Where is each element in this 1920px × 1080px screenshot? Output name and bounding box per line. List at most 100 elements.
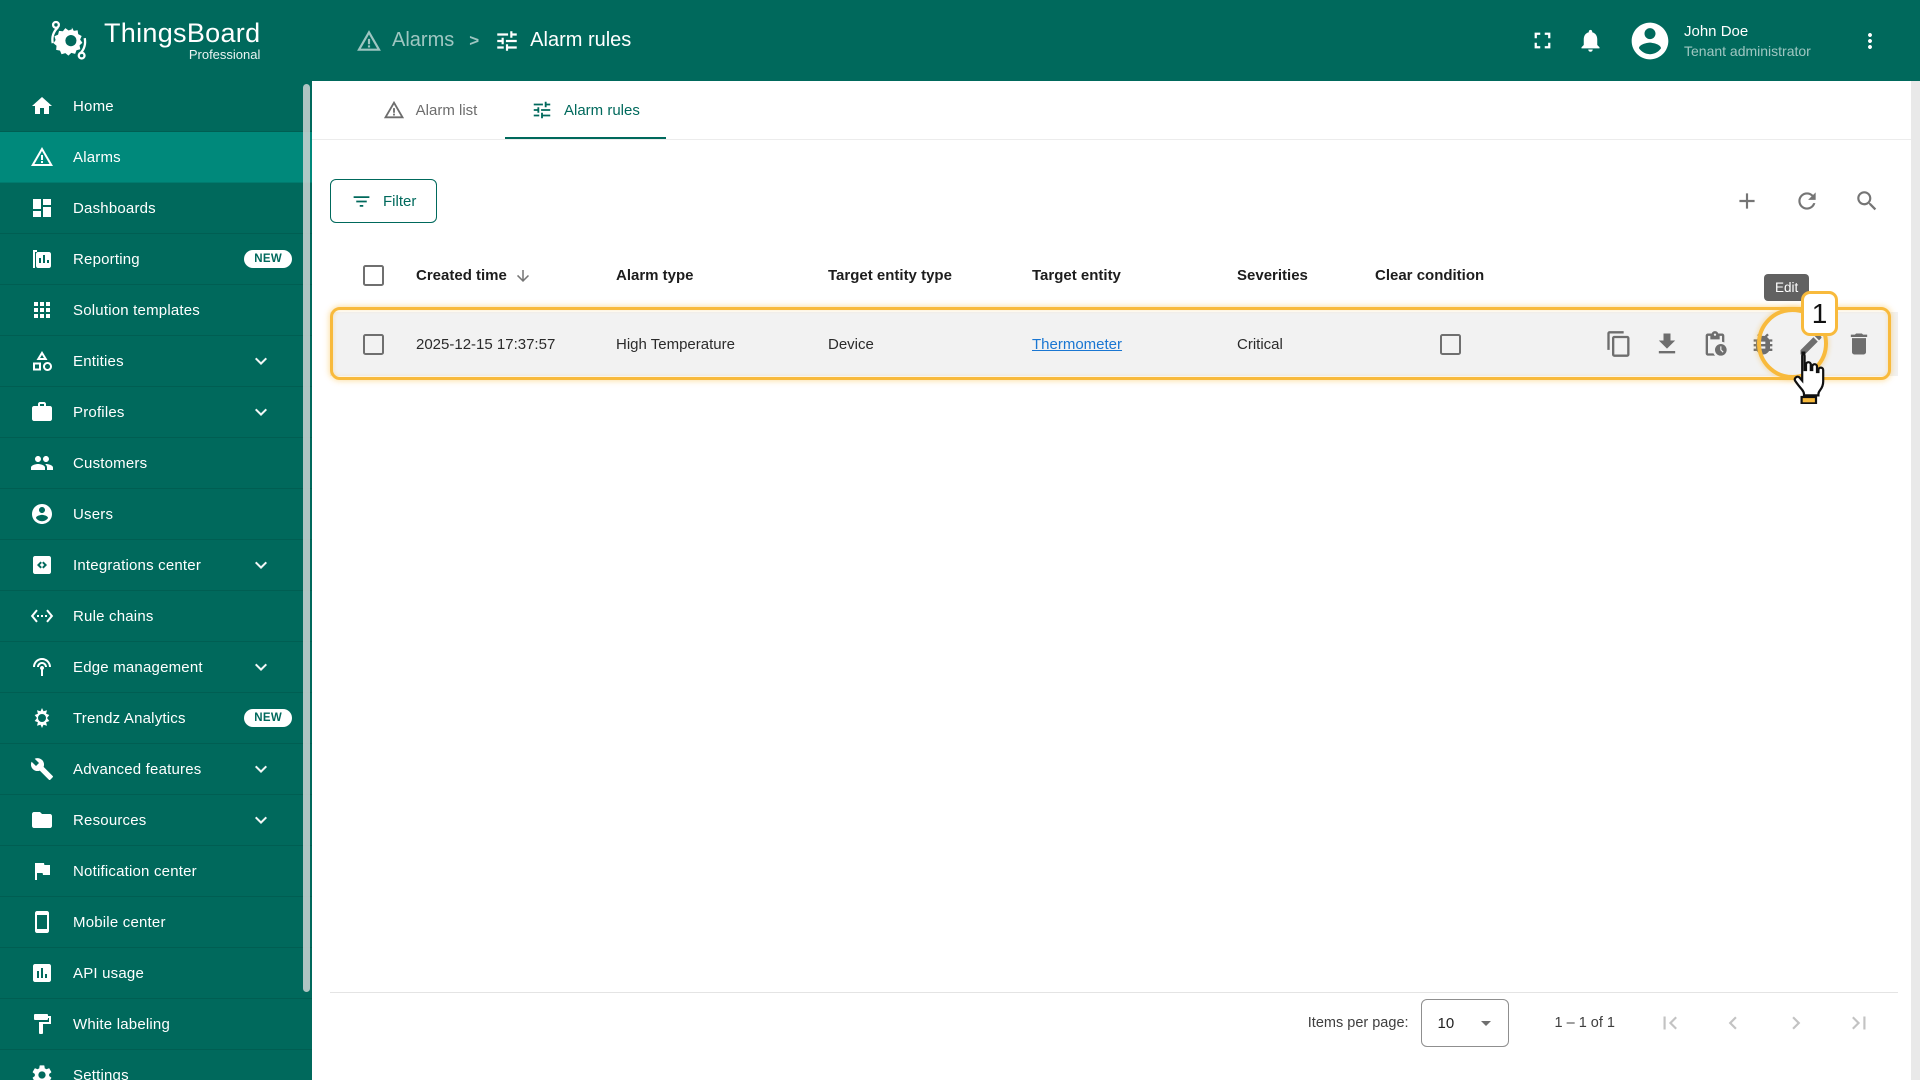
logo[interactable]: ThingsBoard Professional — [0, 18, 312, 64]
last-page-button[interactable] — [1846, 1010, 1872, 1036]
sidebar-item-reporting[interactable]: Reporting NEW — [0, 234, 312, 285]
table-row[interactable]: 2025-12-15 17:37:57 High Temperature Dev… — [330, 312, 1898, 376]
column-target-entity[interactable]: Target entity — [1032, 267, 1237, 284]
sidebar-item-white-labeling[interactable]: White labeling — [0, 999, 312, 1050]
apps-icon — [30, 298, 54, 322]
delete-button[interactable] — [1845, 330, 1873, 358]
previous-page-button[interactable] — [1720, 1010, 1746, 1036]
sidebar-item-customers[interactable]: Customers — [0, 438, 312, 489]
category-icon — [30, 349, 54, 373]
more-menu-button[interactable] — [1850, 17, 1890, 65]
chevron-down-icon — [249, 400, 273, 424]
sidebar-item-edge-management[interactable]: Edge management — [0, 642, 312, 693]
sidebar-item-label: Trendz Analytics — [73, 709, 186, 727]
sidebar-item-dashboards[interactable]: Dashboards — [0, 183, 312, 234]
sidebar-item-solution-templates[interactable]: Solution templates — [0, 285, 312, 336]
main-content: Alarm list Alarm rules Filter Created ti… — [312, 81, 1920, 1080]
notifications-button[interactable] — [1566, 17, 1614, 65]
sidebar-item-label: API usage — [73, 964, 145, 982]
filter-button[interactable]: Filter — [330, 179, 438, 223]
items-per-page-value: 10 — [1437, 1014, 1455, 1032]
sidebar-item-label: Edge management — [73, 658, 203, 676]
target-entity-link[interactable]: Thermometer — [1032, 336, 1122, 353]
column-label: Created time — [416, 267, 507, 284]
smartphone-icon — [30, 910, 54, 934]
sidebar-item-label: Settings — [73, 1066, 129, 1080]
cell-clear-condition — [1375, 333, 1525, 355]
sidebar-item-api-usage[interactable]: API usage — [0, 948, 312, 999]
tab-alarm-list[interactable]: Alarm list — [355, 81, 505, 139]
sidebar-item-label: Profiles — [73, 403, 125, 421]
sidebar-item-settings[interactable]: Settings — [0, 1050, 312, 1080]
column-alarm-type[interactable]: Alarm type — [616, 267, 828, 284]
first-page-button[interactable] — [1657, 1010, 1683, 1036]
search-button[interactable] — [1854, 188, 1880, 214]
chevron-down-icon — [249, 553, 273, 577]
sidebar-item-mobile-center[interactable]: Mobile center — [0, 897, 312, 948]
column-target-entity-type[interactable]: Target entity type — [828, 267, 1032, 284]
refresh-button[interactable] — [1794, 188, 1820, 214]
breadcrumb-alarms[interactable]: Alarms — [356, 28, 454, 54]
avatar[interactable] — [1628, 19, 1672, 63]
breadcrumb: Alarms > Alarm rules — [356, 28, 631, 54]
add-alarm-rule-button[interactable] — [1734, 188, 1760, 214]
breadcrumb-alarm-rules: Alarm rules — [494, 28, 631, 54]
download-button[interactable] — [1653, 330, 1681, 358]
chart-icon — [30, 961, 54, 985]
sidebar-item-trendz-analytics[interactable]: Trendz Analytics NEW — [0, 693, 312, 744]
sidebar-item-label: Resources — [73, 811, 147, 829]
copy-button[interactable] — [1605, 330, 1633, 358]
sidebar-scrollbar[interactable] — [303, 84, 310, 992]
sidebar-item-profiles[interactable]: Profiles — [0, 387, 312, 438]
cell-target-entity-type: Device — [828, 335, 874, 353]
items-per-page-select[interactable]: 10 — [1420, 999, 1509, 1047]
dashboard-icon — [30, 196, 54, 220]
sidebar-item-label: Notification center — [73, 862, 197, 880]
page-scrollbar[interactable] — [1911, 81, 1920, 1080]
select-all-checkbox[interactable] — [362, 265, 384, 286]
sidebar-item-notification-center[interactable]: Notification center — [0, 846, 312, 897]
column-severities[interactable]: Severities — [1237, 267, 1375, 284]
row-checkbox[interactable] — [362, 333, 384, 355]
tab-alarm-rules[interactable]: Alarm rules — [505, 81, 666, 139]
column-clear-condition[interactable]: Clear condition — [1375, 267, 1525, 284]
pagination-range: 1 – 1 of 1 — [1554, 1015, 1615, 1031]
cell-created-time: 2025-12-15 17:37:57 — [416, 335, 556, 353]
sidebar-item-rule-chains[interactable]: Rule chains — [0, 591, 312, 642]
sidebar-item-advanced-features[interactable]: Advanced features — [0, 744, 312, 795]
row-actions — [1525, 330, 1898, 358]
integration-icon — [30, 553, 54, 577]
debug-button[interactable] — [1749, 330, 1777, 358]
next-page-button[interactable] — [1783, 1010, 1809, 1036]
chevron-down-icon — [249, 655, 273, 679]
sidebar-item-resources[interactable]: Resources — [0, 795, 312, 846]
breadcrumb-separator: > — [469, 30, 480, 50]
app-title: ThingsBoard — [104, 17, 261, 48]
table-header-row: Created time Alarm type Target entity ty… — [330, 245, 1898, 306]
paint-roller-icon — [30, 1012, 54, 1036]
pending-actions-button[interactable] — [1701, 330, 1729, 358]
table-toolbar: Filter — [330, 179, 1898, 223]
sidebar-item-integrations-center[interactable]: Integrations center — [0, 540, 312, 591]
sidebar-item-label: Integrations center — [73, 556, 202, 574]
sidebar-item-alarms[interactable]: Alarms — [0, 132, 312, 183]
sidebar-item-label: Advanced features — [73, 760, 202, 778]
filter-icon — [351, 191, 372, 212]
sidebar-item-label: Mobile center — [73, 913, 166, 931]
warning-icon — [383, 99, 405, 121]
sidebar-item-home[interactable]: Home — [0, 81, 312, 132]
report-icon — [30, 247, 54, 271]
bell-icon — [1577, 27, 1604, 54]
sidebar-item-entities[interactable]: Entities — [0, 336, 312, 387]
sidebar-item-users[interactable]: Users — [0, 489, 312, 540]
filter-button-label: Filter — [383, 192, 417, 210]
tab-label: Alarm rules — [564, 101, 640, 119]
breadcrumb-alarms-label: Alarms — [392, 29, 455, 51]
antenna-icon — [30, 655, 54, 679]
clear-condition-checkbox[interactable] — [1439, 333, 1461, 355]
fullscreen-button[interactable] — [1518, 17, 1566, 65]
edit-button[interactable] — [1797, 330, 1825, 358]
tools-icon — [30, 757, 54, 781]
top-header: ThingsBoard Professional Alarms > Alarm … — [0, 0, 1920, 81]
column-created-time[interactable]: Created time — [416, 267, 616, 285]
